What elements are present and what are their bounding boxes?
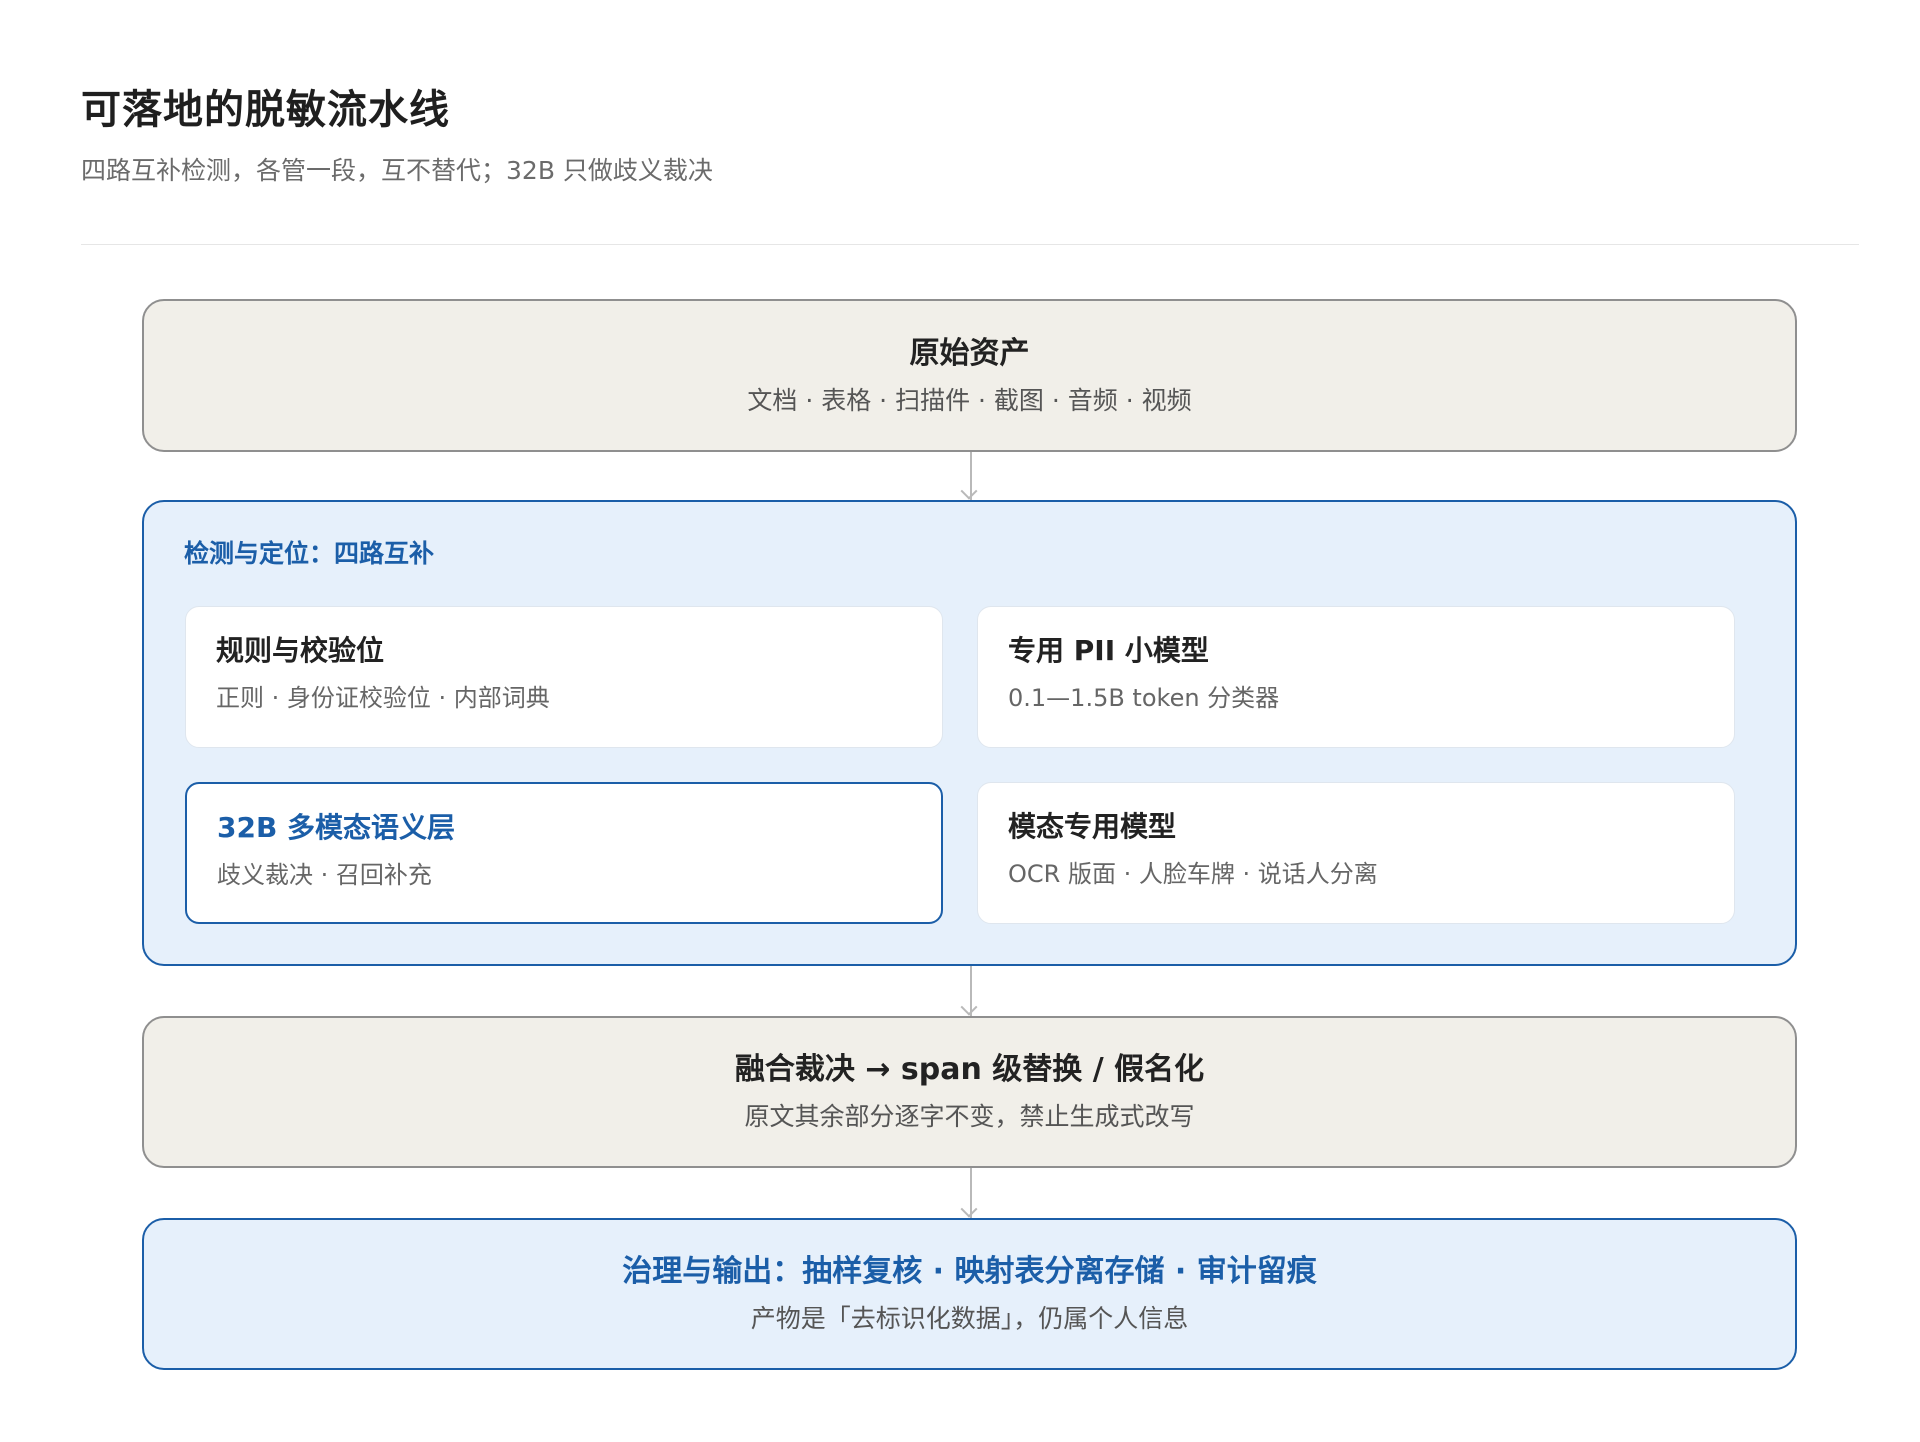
source-assets-desc: 文档 · 表格 · 扫描件 · 截图 · 音频 · 视频 xyxy=(747,385,1192,415)
pii-small-model-card: 专用 PII 小模型 0.1—1.5B token 分类器 xyxy=(977,606,1735,748)
card-desc: 0.1—1.5B token 分类器 xyxy=(1008,684,1280,712)
fusion-desc: 原文其余部分逐字不变，禁止生成式改写 xyxy=(744,1102,1195,1131)
governance-desc: 产物是「去标识化数据」，仍属个人信息 xyxy=(750,1304,1189,1333)
fusion-box: 融合裁决 → span 级替换 / 假名化 原文其余部分逐字不变，禁止生成式改写 xyxy=(142,1016,1797,1168)
arrow-detection-to-fusion xyxy=(970,966,972,1016)
card-desc: OCR 版面 · 人脸车牌 · 说话人分离 xyxy=(1008,860,1378,888)
governance-box: 治理与输出：抽样复核 · 映射表分离存储 · 审计留痕 产物是「去标识化数据」，… xyxy=(142,1218,1797,1370)
source-assets-box: 原始资产 文档 · 表格 · 扫描件 · 截图 · 音频 · 视频 xyxy=(142,299,1797,452)
arrow-fusion-to-governance xyxy=(970,1168,972,1218)
arrow-source-to-detection xyxy=(970,452,972,500)
detection-group: 检测与定位：四路互补 规则与校验位 正则 · 身份证校验位 · 内部词典 专用 … xyxy=(142,500,1797,966)
page-subtitle: 四路互补检测，各管一段，互不替代；32B 只做歧义裁决 xyxy=(81,156,713,185)
header-divider xyxy=(81,244,1859,245)
modality-model-card: 模态专用模型 OCR 版面 · 人脸车牌 · 说话人分离 xyxy=(977,782,1735,924)
fusion-title: 融合裁决 → span 级替换 / 假名化 xyxy=(734,1052,1205,1087)
card-desc: 正则 · 身份证校验位 · 内部词典 xyxy=(216,684,550,712)
multimodal-semantic-card: 32B 多模态语义层 歧义裁决 · 召回补充 xyxy=(185,782,943,924)
page-title: 可落地的脱敏流水线 xyxy=(81,87,450,133)
card-title: 模态专用模型 xyxy=(1008,810,1177,843)
card-title: 32B 多模态语义层 xyxy=(217,811,456,844)
card-title: 规则与校验位 xyxy=(216,634,385,667)
card-desc: 歧义裁决 · 召回补充 xyxy=(217,861,432,889)
detection-group-label: 检测与定位：四路互补 xyxy=(184,539,435,568)
card-title: 专用 PII 小模型 xyxy=(1008,634,1209,667)
source-assets-title: 原始资产 xyxy=(909,335,1030,371)
governance-title: 治理与输出：抽样复核 · 映射表分离存储 · 审计留痕 xyxy=(622,1254,1317,1289)
rules-checksum-card: 规则与校验位 正则 · 身份证校验位 · 内部词典 xyxy=(185,606,943,748)
